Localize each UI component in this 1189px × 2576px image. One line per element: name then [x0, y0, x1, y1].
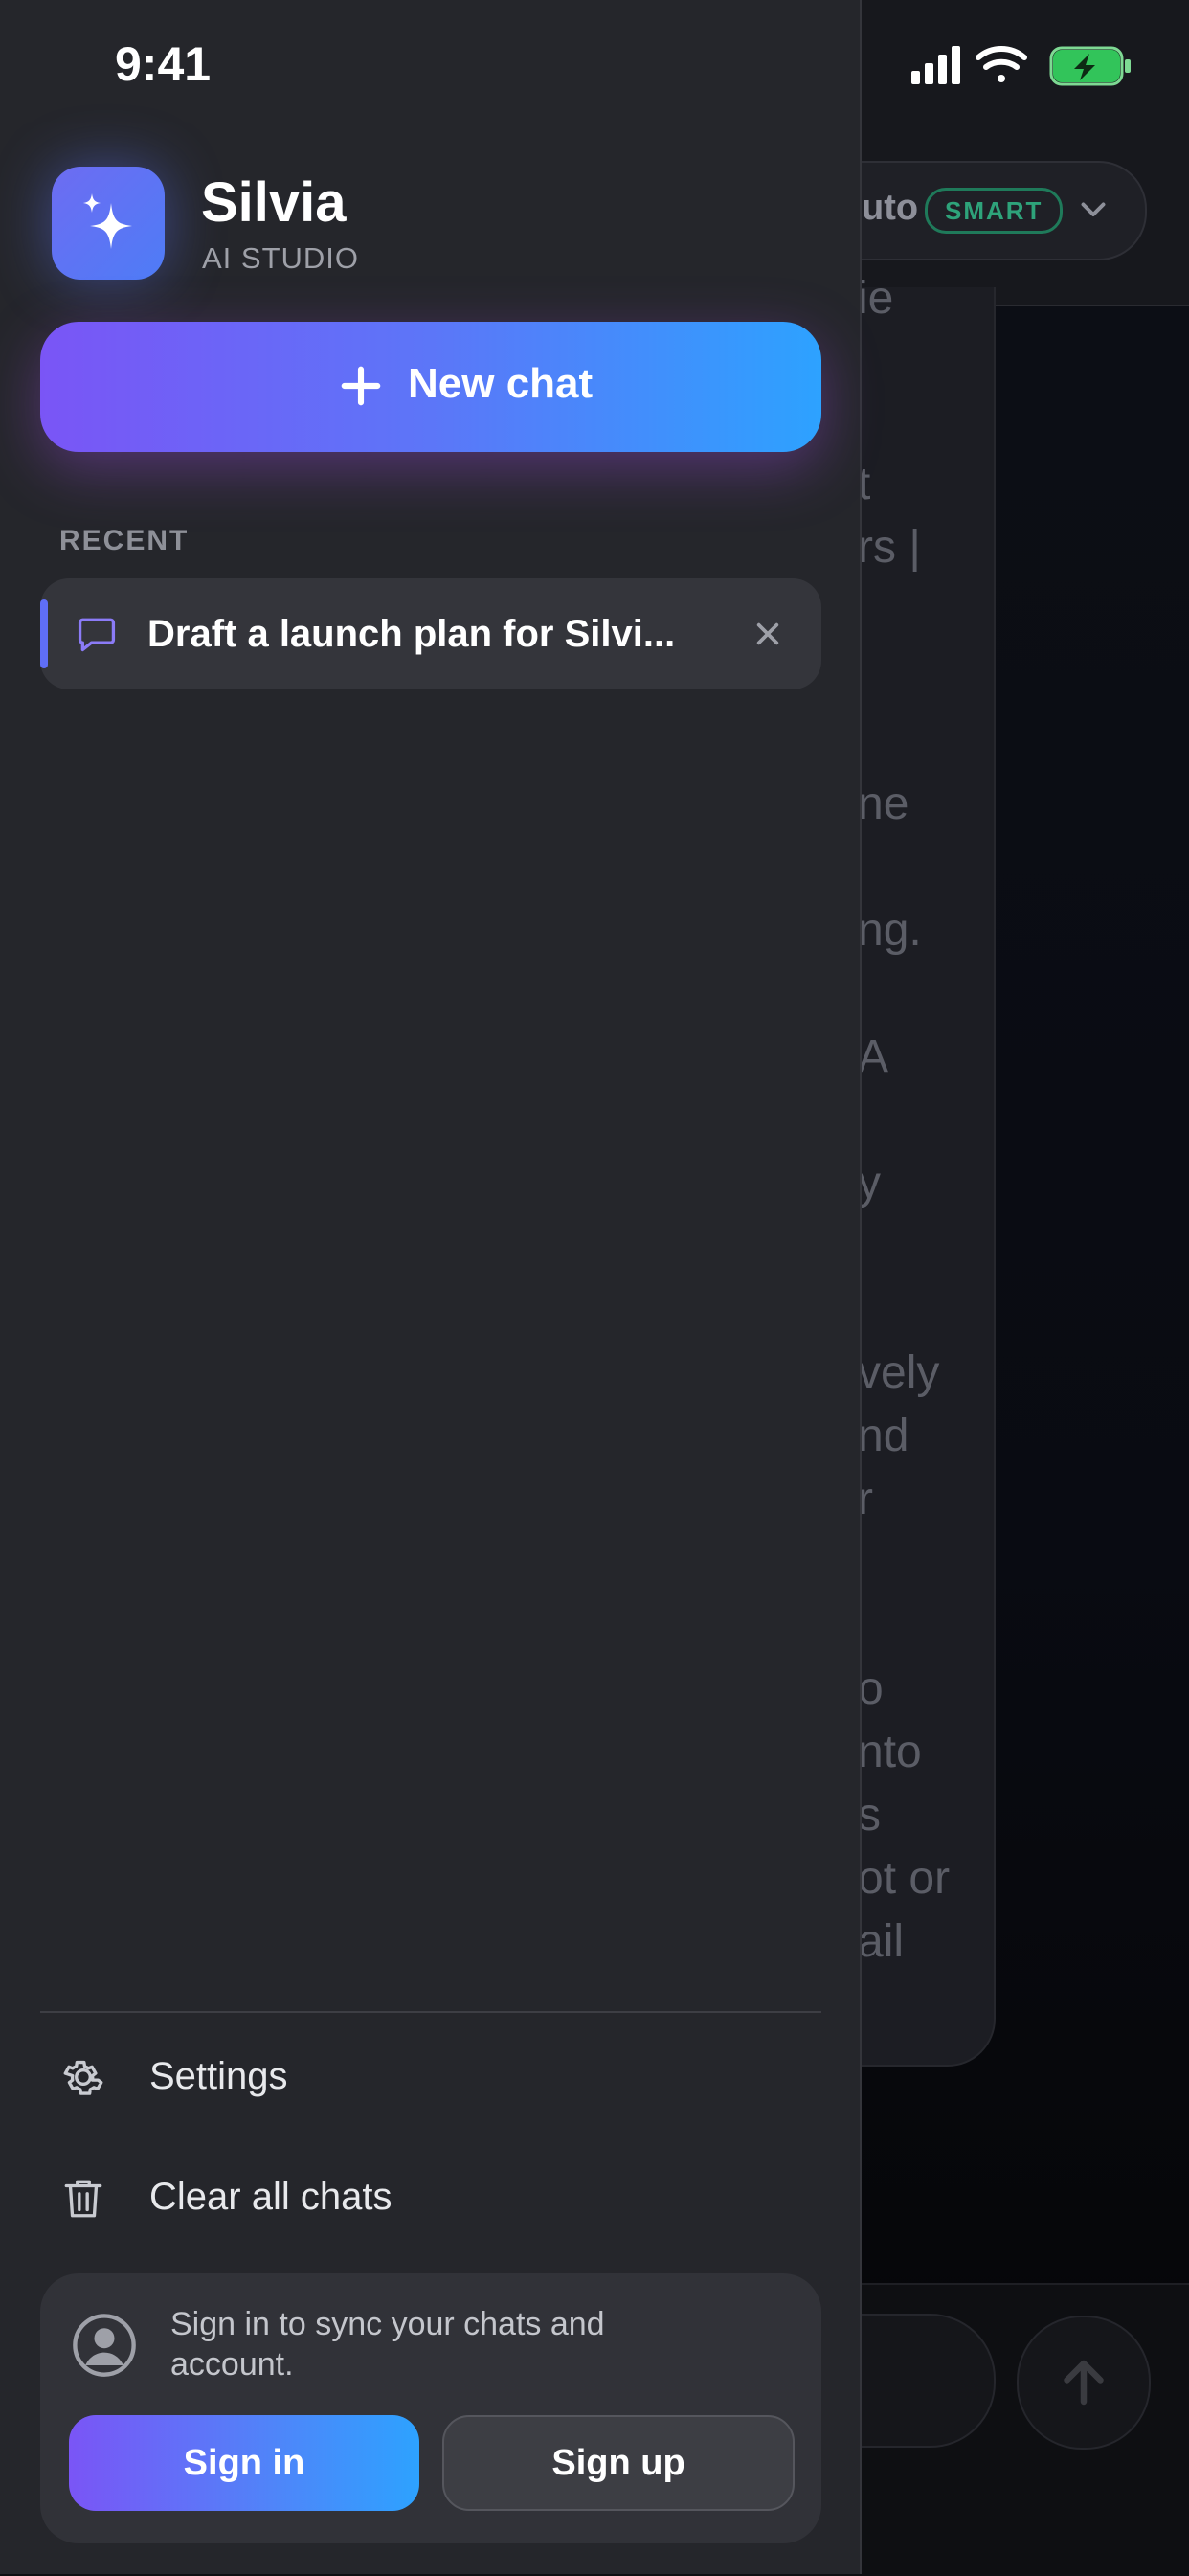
plus-icon — [341, 366, 381, 406]
sign-in-button[interactable]: Sign in — [69, 2415, 419, 2511]
recent-chat-item[interactable]: Draft a launch plan for Silvi... — [40, 578, 821, 689]
model-name: uto — [862, 188, 919, 228]
divider — [40, 2011, 821, 2013]
trash-icon — [64, 2180, 102, 2218]
chevron-down-icon[interactable] — [1076, 192, 1110, 226]
status-icons — [911, 46, 1131, 86]
message-fragment: nto — [858, 1727, 922, 1777]
message-fragment: o — [858, 1663, 884, 1714]
message-fragment: ie — [858, 273, 894, 324]
active-indicator — [40, 599, 48, 668]
account-card: Sign in to sync your chats and account. … — [40, 2273, 821, 2543]
cellular-signal-icon — [911, 46, 960, 84]
gear-icon — [63, 2060, 103, 2095]
app-subtitle: AI STUDIO — [202, 241, 360, 275]
message-fragment: ail — [858, 1916, 905, 1967]
sign-in-prompt: Sign in to sync your chats and account. — [170, 2306, 605, 2383]
message-fragment: A — [858, 1031, 889, 1082]
message-fragment: ot or — [858, 1853, 951, 1904]
chat-bubble-icon — [78, 618, 116, 652]
message-fragment: vely — [858, 1347, 940, 1398]
new-chat-label: New chat — [408, 360, 594, 407]
sparkle-icon — [83, 193, 132, 249]
status-time: 9:41 — [115, 37, 212, 91]
settings-label: Settings — [149, 2055, 288, 2097]
message-fragment: ne — [858, 779, 909, 829]
smart-badge: SMART — [925, 188, 1064, 234]
clear-all-chats-button[interactable]: Clear all chats — [40, 2149, 821, 2245]
app-name: Silvia — [201, 171, 347, 234]
sign-up-button[interactable]: Sign up — [442, 2415, 795, 2511]
send-button[interactable] — [1017, 2316, 1151, 2450]
message-fragment: nd — [858, 1411, 909, 1461]
user-avatar-icon — [73, 2314, 136, 2377]
wifi-icon — [976, 46, 1027, 82]
clear-all-chats-label: Clear all chats — [149, 2176, 393, 2218]
new-chat-button[interactable]: New chat — [40, 322, 821, 452]
close-icon[interactable] — [752, 619, 783, 649]
battery-charging-icon — [1049, 46, 1131, 86]
message-fragment: ng. — [858, 905, 922, 956]
arrow-up-icon — [1064, 2360, 1104, 2406]
recent-section-label: RECENT — [59, 525, 190, 556]
settings-button[interactable]: Settings — [40, 2028, 821, 2124]
message-fragment: rs | — [858, 522, 921, 573]
app-logo — [52, 167, 165, 280]
recent-chat-title: Draft a launch plan for Silvi... — [147, 613, 676, 655]
sidebar-drawer: Silvia AI STUDIO New chat RECENT Draft a… — [0, 0, 862, 2574]
